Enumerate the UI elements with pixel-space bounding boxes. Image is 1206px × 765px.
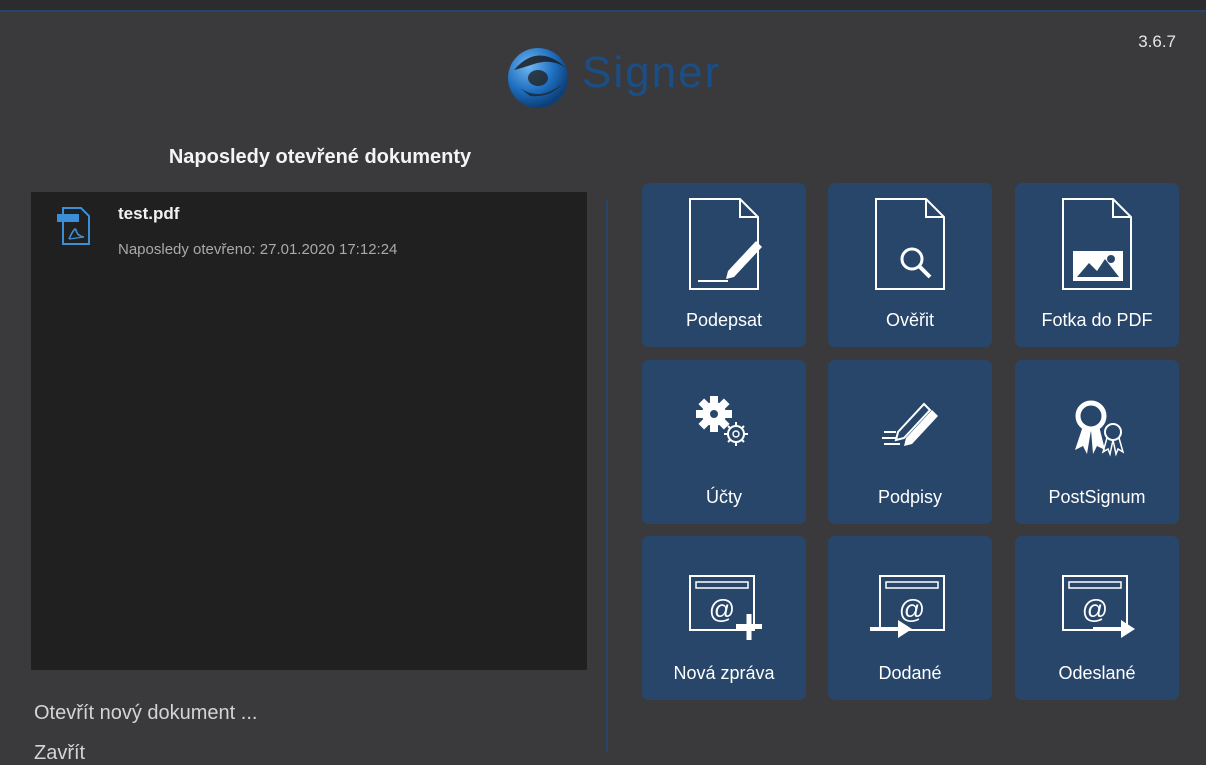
signer-logo-icon (508, 48, 568, 108)
top-bar (0, 0, 1206, 12)
recent-documents-list: test.pdf Naposledy otevřeno: 27.01.2020 … (31, 192, 587, 670)
photo-to-pdf-icon (1062, 198, 1132, 290)
sent-tile[interactable]: @ Odeslané (1015, 536, 1179, 700)
pens-icon (882, 402, 938, 446)
recent-documents-title: Naposledy otevřené dokumenty (168, 146, 472, 168)
open-new-document-link[interactable]: Otevřít nový dokument ... (34, 702, 257, 725)
app-version: 3.6.7 (1138, 32, 1176, 51)
document-name: test.pdf (118, 204, 180, 223)
tile-label: PostSignum (1048, 487, 1146, 507)
pdf-icon (57, 207, 90, 245)
award-ribbon-icon (1075, 400, 1125, 457)
outbox-icon: @ (1062, 575, 1135, 638)
tile-label: Podpisy (877, 487, 943, 507)
document-sign-icon (689, 198, 762, 290)
delivered-tile[interactable]: @ Dodané (828, 536, 992, 700)
vertical-divider (606, 200, 608, 752)
logo-text: Signer (582, 48, 722, 97)
tile-label: Ověřit (885, 310, 934, 330)
tile-label: Nová zpráva (673, 663, 775, 683)
verify-tile[interactable]: Ověřit (828, 183, 992, 347)
tile-label: Účty (706, 487, 742, 507)
list-item[interactable]: test.pdf Naposledy otevřeno: 27.01.2020 … (31, 192, 587, 264)
tile-label: Odeslané (1058, 663, 1136, 683)
tile-label: Fotka do PDF (1041, 310, 1153, 330)
gears-icon (696, 396, 748, 446)
signer-logo: Signer (500, 40, 740, 112)
document-verify-icon (875, 198, 945, 290)
new-message-icon: @ (689, 575, 762, 640)
document-last-opened: Naposledy otevřeno: 27.01.2020 17:12:24 (118, 241, 398, 258)
close-link[interactable]: Zavřít (34, 742, 85, 765)
photo-to-pdf-tile[interactable]: Fotka do PDF (1015, 183, 1179, 347)
action-tiles-grid: Podepsat Ověřit Fotka do PDF Účty Podpis… (642, 183, 1182, 703)
tile-label: Dodané (878, 663, 942, 683)
new-message-tile[interactable]: @ Nová zpráva (642, 536, 806, 700)
svg-text:@: @ (899, 594, 925, 624)
svg-text:@: @ (709, 594, 735, 624)
accounts-tile[interactable]: Účty (642, 360, 806, 524)
sign-tile[interactable]: Podepsat (642, 183, 806, 347)
tile-label: Podepsat (685, 310, 763, 330)
postsignum-tile[interactable]: PostSignum (1015, 360, 1179, 524)
svg-text:@: @ (1082, 594, 1108, 624)
signatures-tile[interactable]: Podpisy (828, 360, 992, 524)
inbox-icon: @ (870, 575, 945, 638)
